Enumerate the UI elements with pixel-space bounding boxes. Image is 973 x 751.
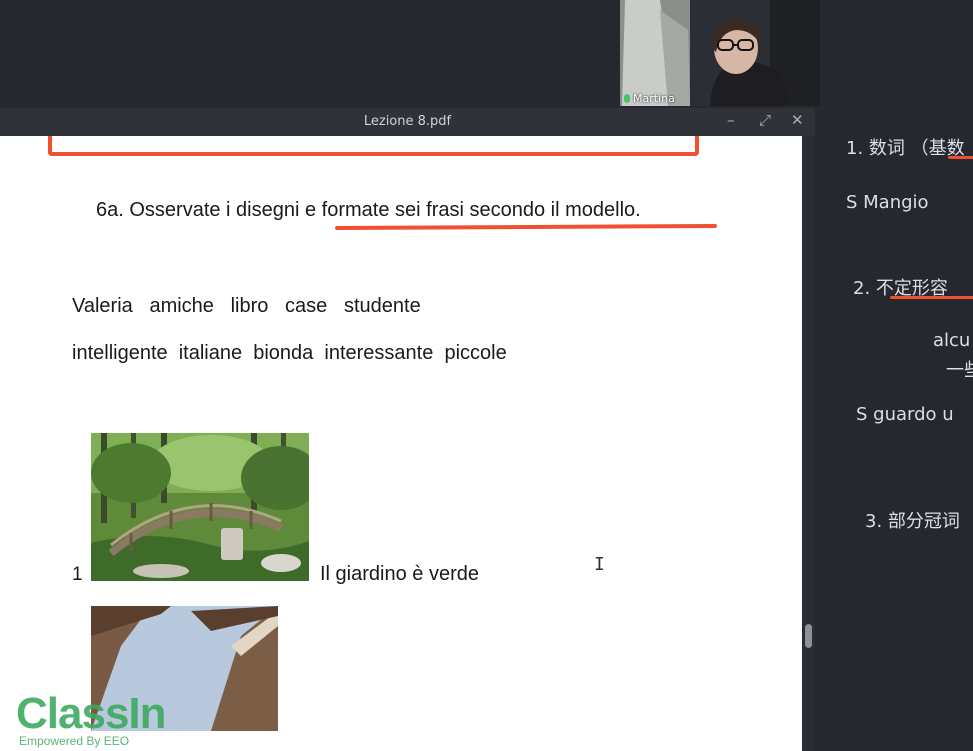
wb-line-4: alcu [933, 330, 971, 351]
red-underline-annotation [948, 156, 973, 159]
participant-video-image [620, 0, 820, 106]
red-underline-annotation [334, 223, 718, 231]
wb-line-5: 一些 [946, 360, 973, 381]
exercise-instruction: 6a. Osservate i disegni e formate sei fr… [96, 199, 641, 221]
wb-line-2: S Mangio [846, 192, 929, 213]
top-bar [0, 0, 973, 108]
classin-logo: ClassIn Empowered By EEO [16, 689, 167, 749]
pdf-title: Lezione 8.pdf [363, 114, 452, 129]
logo-wordmark: ClassIn [16, 689, 167, 738]
restore-icon[interactable]: ⤢ [759, 111, 771, 129]
wb-line-7: 3. 部分冠词 [865, 511, 960, 532]
whiteboard-panel[interactable]: 1. 数词 （基数 S Mangio 2. 不定形容 alcu 一些 S gua… [815, 108, 973, 751]
red-annotation-box [48, 136, 699, 156]
mic-icon [624, 94, 630, 103]
scrollbar[interactable] [802, 136, 815, 751]
close-icon[interactable]: ✕ [791, 111, 804, 129]
word-bank-line-1: Valeria amiche libro case studente [72, 295, 421, 317]
wb-line-1: 1. 数词 （基数 [846, 138, 965, 159]
minimize-icon[interactable]: – [727, 111, 735, 129]
text-cursor-icon: I [594, 554, 605, 575]
word-bank-line-2: intelligente italiane bionda interessant… [72, 342, 507, 364]
pdf-titlebar[interactable]: Lezione 8.pdf – ⤢ ✕ [0, 108, 815, 136]
logo-tagline: Empowered By EEO [19, 734, 130, 748]
participant-name: Martina [624, 92, 675, 105]
wb-line-6: S guardo u [856, 404, 954, 425]
scrollbar-thumb[interactable] [805, 624, 812, 648]
red-underline-annotation [890, 296, 973, 299]
garden-bridge-image [91, 433, 309, 581]
item-caption: Il giardino è verde [320, 563, 479, 585]
participant-video-tile[interactable]: Martina [620, 0, 820, 106]
pdf-viewer-window[interactable]: Lezione 8.pdf – ⤢ ✕ 6a. Osservate i dise… [0, 108, 815, 751]
item-number: 1 [72, 564, 83, 585]
pdf-page[interactable]: 6a. Osservate i disegni e formate sei fr… [0, 136, 802, 751]
